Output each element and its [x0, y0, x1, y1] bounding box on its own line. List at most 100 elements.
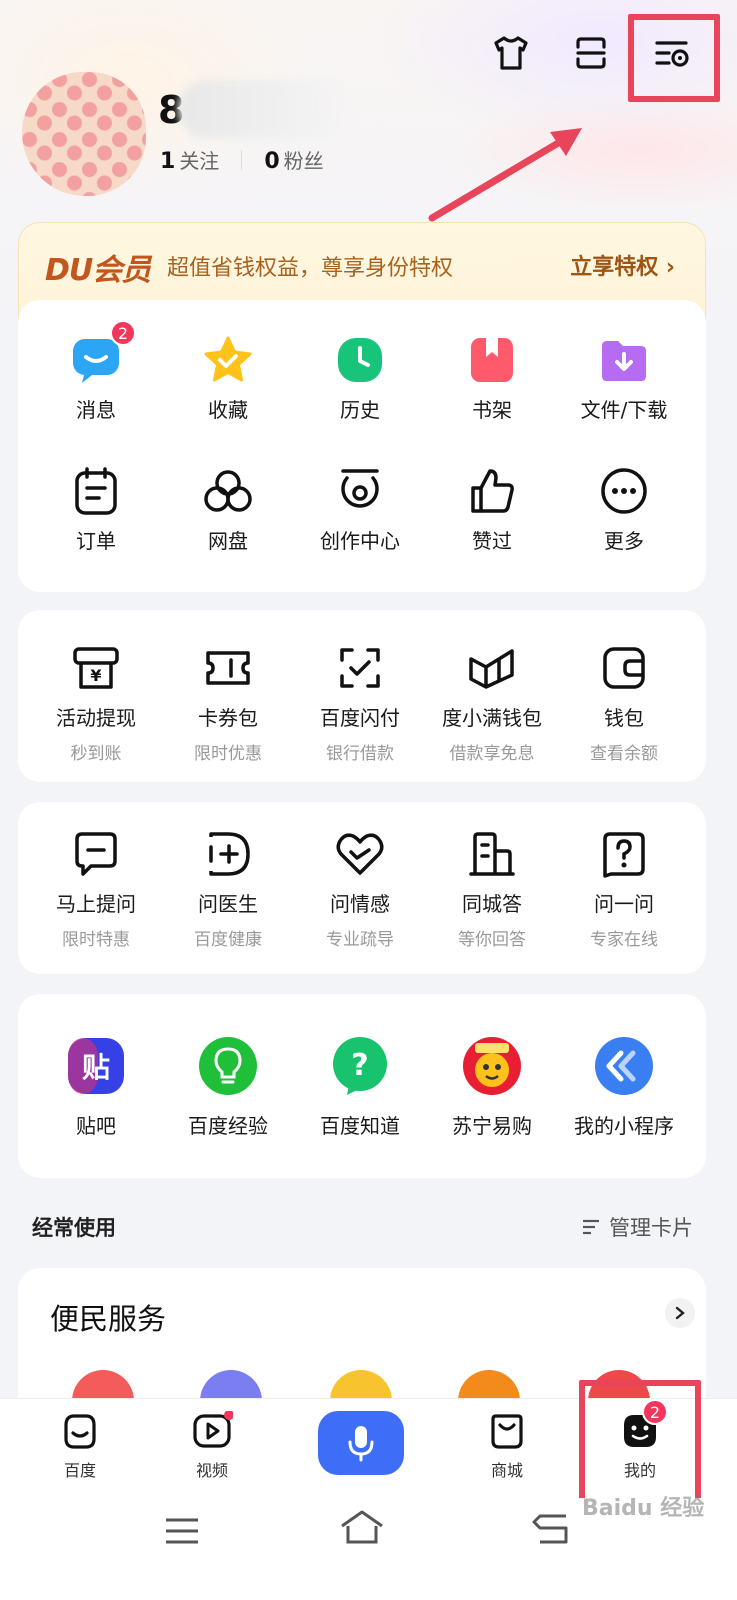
quick-item-label: 消息 [76, 398, 116, 422]
ask-item-label: 问一问 [594, 892, 654, 916]
tshirt-icon[interactable] [486, 28, 536, 78]
doctor-icon [200, 826, 256, 882]
services-title: 便民服务 [50, 1302, 167, 1336]
mic-icon [348, 1426, 374, 1462]
quick-item-label: 网盘 [208, 529, 248, 553]
profile-stats: 1 关注 0 粉丝 [160, 145, 324, 174]
finance-item-sub: 借款享免息 [449, 744, 535, 764]
finance-item-coupons[interactable]: 卡券包 限时优惠 [162, 640, 294, 764]
ask-item-label: 同城答 [462, 892, 522, 916]
stat-divider [241, 149, 243, 170]
annotation-arrow [428, 128, 582, 222]
back-icon[interactable] [530, 1510, 574, 1548]
ask-item-sub: 专业疏导 [326, 930, 394, 950]
shop-bag-icon [491, 1414, 523, 1449]
tab-video[interactable]: 视频 [162, 1411, 262, 1481]
question-bubble-icon [596, 826, 652, 882]
video-icon [193, 1411, 233, 1448]
finance-item-wallet[interactable]: 钱包 查看余额 [558, 640, 690, 764]
quick-item-netdisk[interactable]: 网盘 [162, 463, 294, 554]
quick-item-label: 历史 [340, 398, 380, 422]
voice-search-button[interactable] [318, 1411, 404, 1475]
quick-item-history[interactable]: 历史 [294, 332, 426, 423]
cash-withdraw-icon: ¥ [68, 640, 124, 696]
finance-item-label: 卡券包 [198, 706, 258, 730]
vip-logo: DU会员 [45, 253, 151, 288]
highlight-box-settings [628, 14, 720, 102]
suning-icon [460, 1034, 524, 1098]
ask-item-askone[interactable]: 问一问 专家在线 [558, 826, 690, 950]
finance-card: ¥ 活动提现 秒到账 卡券包 限时优惠 百度闪付 银行借款 度小满钱包 借款享免… [18, 610, 706, 782]
app-item-zhidao[interactable]: ? 百度知道 [294, 1034, 426, 1139]
finance-item-label: 百度闪付 [320, 706, 400, 730]
tab-shop[interactable]: 商城 [457, 1411, 557, 1481]
following-stat[interactable]: 1 关注 [160, 145, 219, 174]
finance-item-sub: 查看余额 [590, 744, 658, 764]
quick-item-bookshelf[interactable]: 书架 [426, 332, 558, 423]
order-icon [68, 463, 124, 519]
quick-item-more[interactable]: 更多 [558, 463, 690, 554]
apps-grid: 贴 贴吧 百度经验 ? 百度知道 苏宁易购 我的小程序 [30, 1034, 690, 1139]
tab-label: 百度 [63, 1461, 96, 1480]
app-item-miniprogram[interactable]: 我的小程序 [558, 1034, 690, 1139]
ask-item-emotion[interactable]: 问情感 专业疏导 [294, 826, 426, 950]
ask-item-label: 问医生 [198, 892, 258, 916]
finance-grid: ¥ 活动提现 秒到账 卡券包 限时优惠 百度闪付 银行借款 度小满钱包 借款享免… [30, 640, 690, 764]
manage-cards-label: 管理卡片 [609, 1216, 693, 1240]
svg-text:贴: 贴 [82, 1051, 110, 1084]
tab-label: 商城 [490, 1461, 523, 1480]
chevron-right-icon [675, 1306, 685, 1320]
apps-card: 贴 贴吧 百度经验 ? 百度知道 苏宁易购 我的小程序 [18, 994, 706, 1178]
quick-item-label: 收藏 [208, 398, 248, 422]
quick-item-label: 赞过 [472, 529, 512, 553]
finance-item-sub: 银行借款 [326, 744, 394, 764]
coupon-icon [200, 640, 256, 696]
fans-stat[interactable]: 0 粉丝 [264, 145, 323, 174]
finance-item-duxiaoman[interactable]: 度小满钱包 借款享免息 [426, 640, 558, 764]
manage-cards-button[interactable]: 管理卡片 [581, 1212, 693, 1242]
finance-item-label: 活动提现 [56, 706, 136, 730]
quick-item-orders[interactable]: 订单 [30, 463, 162, 554]
finance-item-withdraw[interactable]: ¥ 活动提现 秒到账 [30, 640, 162, 764]
app-item-label: 百度经验 [188, 1114, 268, 1138]
finance-item-sub: 限时优惠 [194, 744, 262, 764]
app-item-label: 贴吧 [76, 1114, 116, 1138]
clock-icon [332, 332, 388, 388]
heart-chat-icon [332, 826, 388, 882]
quick-item-label: 订单 [76, 529, 116, 553]
app-item-label: 苏宁易购 [452, 1114, 532, 1138]
finance-item-sub: 秒到账 [70, 744, 122, 764]
ask-item-local[interactable]: 同城答 等你回答 [426, 826, 558, 950]
blurred-username [178, 80, 353, 138]
quick-item-label: 创作中心 [320, 529, 400, 553]
finance-item-label: 度小满钱包 [442, 706, 542, 730]
quick-item-creator[interactable]: 创作中心 [294, 463, 426, 554]
app-item-suning[interactable]: 苏宁易购 [426, 1034, 558, 1139]
app-item-jingyan[interactable]: 百度经验 [162, 1034, 294, 1139]
quick-item-favorites[interactable]: 收藏 [162, 332, 294, 423]
quick-item-label: 书架 [472, 398, 512, 422]
services-more-button[interactable] [665, 1298, 695, 1328]
ask-now-icon [68, 826, 124, 882]
creator-icon [332, 463, 388, 519]
finance-item-flashpay[interactable]: 百度闪付 银行借款 [294, 640, 426, 764]
ask-item-now[interactable]: 马上提问 限时特惠 [30, 826, 162, 950]
list-icon [583, 1219, 599, 1235]
quick-item-liked[interactable]: 赞过 [426, 463, 558, 554]
quick-item-files[interactable]: 文件/下载 [558, 332, 690, 423]
star-icon [200, 332, 256, 388]
quick-item-label: 文件/下载 [580, 398, 668, 422]
tab-baidu[interactable]: 百度 [30, 1411, 130, 1481]
app-item-tieba[interactable]: 贴 贴吧 [30, 1034, 162, 1139]
menu-icon[interactable] [162, 1514, 202, 1548]
vip-claim-button[interactable]: 立享特权 › [570, 249, 675, 281]
avatar[interactable] [22, 72, 146, 196]
flash-pay-icon [332, 640, 388, 696]
scan-icon[interactable] [566, 28, 616, 78]
bookmark-icon [464, 332, 520, 388]
home-icon[interactable] [338, 1508, 386, 1548]
ask-item-doctor[interactable]: 问医生 百度健康 [162, 826, 294, 950]
quick-item-message[interactable]: 2 消息 [30, 320, 162, 423]
question-icon: ? [328, 1034, 392, 1098]
quick-grid: 2 消息 收藏 历史 书架 文件/下载 订单 网盘 创作中心 赞过 更多 [30, 320, 690, 554]
